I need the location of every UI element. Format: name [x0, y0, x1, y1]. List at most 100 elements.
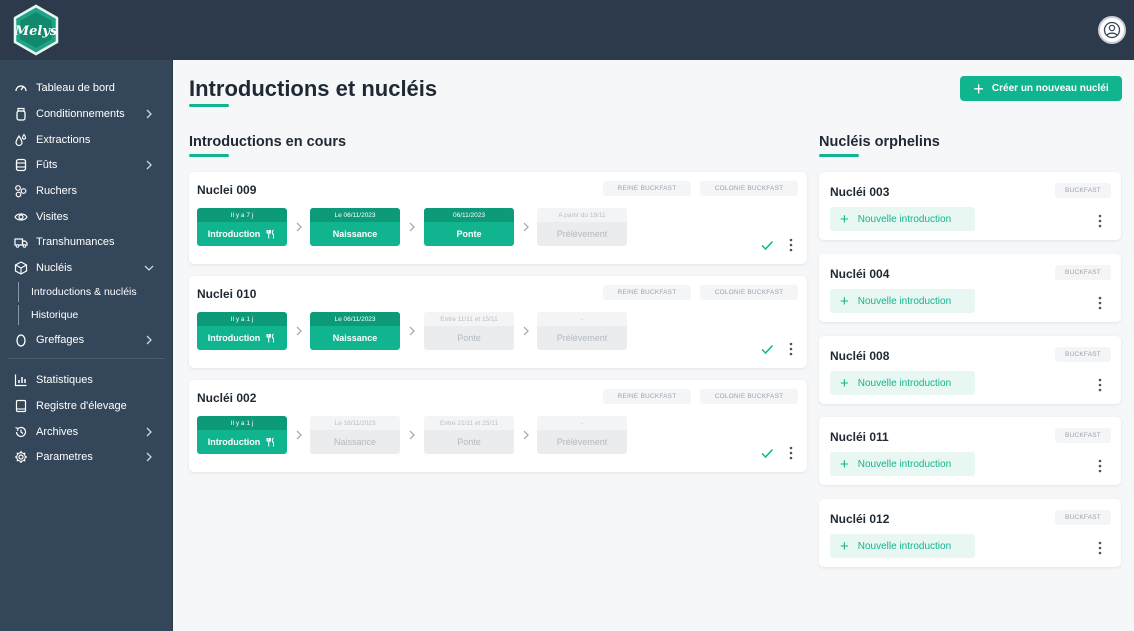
more-options-icon[interactable]	[1098, 296, 1102, 310]
step-date: Entre 11/11 et 15/11	[424, 312, 514, 326]
more-options-icon[interactable]	[1098, 378, 1102, 392]
more-options-icon[interactable]	[789, 342, 793, 356]
sidebar-item-label: Tableau de bord	[36, 82, 115, 94]
timeline-step[interactable]: - Prélèvement	[537, 312, 627, 350]
sidebar-item-nucleis[interactable]: Nucléis	[0, 256, 173, 280]
more-options-icon[interactable]	[1098, 214, 1102, 228]
create-nuclei-label: Créer un nouveau nucléi	[991, 83, 1109, 94]
chevron-right-icon	[409, 222, 415, 232]
colony-tag: COLONIE BUCKFAST	[700, 181, 798, 196]
sidebar-subitem-introductions-nucleis[interactable]: Introductions & nucléis	[18, 282, 173, 302]
timeline-step[interactable]: A partir du 18/11 Prélèvement	[537, 208, 627, 246]
queen-tag: REINE BUCKFAST	[603, 389, 691, 404]
fork-knife-icon	[266, 229, 275, 239]
create-nuclei-button[interactable]: + Créer un nouveau nucléi	[960, 76, 1122, 101]
timeline-step[interactable]: - Prélèvement	[537, 416, 627, 454]
card-title: Nucléi 008	[830, 349, 890, 363]
check-icon[interactable]	[760, 446, 774, 460]
step-date: -	[537, 416, 627, 430]
new-introduction-button[interactable]: + Nouvelle introduction	[830, 534, 975, 558]
sidebar-item-futs[interactable]: Fûts	[0, 153, 173, 177]
top-bar: Melys	[0, 0, 1134, 60]
chevron-down-icon	[144, 265, 154, 271]
step-label: Prélèvement	[556, 437, 608, 447]
timeline-step[interactable]: Il y a 1 j Introduction	[197, 312, 287, 350]
timeline-step[interactable]: Il y a 7 j Introduction	[197, 208, 287, 246]
timeline-step[interactable]: 06/11/2023 Ponte	[424, 208, 514, 246]
section-title-orphans: Nucléis orphelins	[819, 134, 940, 150]
drops-icon	[14, 133, 28, 147]
timeline-step[interactable]: Le 16/11/2023 Naissance	[310, 416, 400, 454]
introduction-card[interactable]: Nucléi 002 REINE BUCKFAST COLONIE BUCKFAST…	[189, 380, 807, 472]
timeline-step[interactable]: Entre 11/11 et 15/11 Ponte	[424, 312, 514, 350]
introduction-card[interactable]: Nuclei 010 REINE BUCKFAST COLONIE BUCKFAST…	[189, 276, 807, 368]
sidebar-item-visites[interactable]: Visites	[0, 205, 173, 229]
new-introduction-button[interactable]: + Nouvelle introduction	[830, 207, 975, 231]
sidebar-item-label: Ruchers	[36, 185, 77, 197]
breed-tag: BUCKFAST	[1055, 265, 1111, 280]
step-date: A partir du 18/11	[537, 208, 627, 222]
section-underline	[819, 154, 859, 157]
section-underline	[189, 154, 229, 157]
step-label: Naissance	[333, 437, 377, 447]
sidebar-item-extractions[interactable]: Extractions	[0, 128, 173, 152]
check-icon[interactable]	[760, 342, 774, 356]
sidebar-item-parametres[interactable]: Parametres	[0, 445, 173, 469]
user-account-button[interactable]	[1098, 16, 1126, 44]
chevron-right-icon	[523, 222, 529, 232]
step-body: Prélèvement	[537, 430, 627, 454]
more-options-icon[interactable]	[1098, 541, 1102, 555]
timeline-step[interactable]: Il y a 1 j Introduction	[197, 416, 287, 454]
new-introduction-label: Nouvelle introduction	[857, 377, 952, 389]
sidebar-item-registre-elevage[interactable]: Registre d'élevage	[0, 394, 173, 418]
sidebar: Tableau de bord Conditionnements Extract…	[0, 60, 173, 631]
step-label: Introduction	[207, 437, 261, 447]
step-date: Le 16/11/2023	[310, 416, 400, 430]
sidebar-subitem-historique[interactable]: Historique	[18, 305, 173, 325]
step-body: Naissance	[310, 326, 400, 350]
new-introduction-button[interactable]: + Nouvelle introduction	[830, 289, 975, 313]
plus-icon: +	[973, 78, 984, 99]
check-icon[interactable]	[760, 238, 774, 252]
chevron-right-icon	[296, 326, 302, 336]
step-label: Prélèvement	[556, 333, 608, 343]
step-date: Il y a 1 j	[197, 416, 287, 430]
step-label: Introduction	[207, 333, 261, 343]
sidebar-item-conditionnements[interactable]: Conditionnements	[0, 102, 173, 126]
more-options-icon[interactable]	[789, 446, 793, 460]
page-title: Introductions et nucléis	[189, 76, 438, 101]
sidebar-item-archives[interactable]: Archives	[0, 420, 173, 444]
fork-knife-icon	[266, 437, 275, 447]
melys-logo[interactable]: Melys	[10, 4, 62, 56]
fork-knife-icon	[266, 333, 275, 343]
timeline-step[interactable]: Le 06/11/2023 Naissance	[310, 208, 400, 246]
breed-tag: BUCKFAST	[1055, 183, 1111, 198]
sidebar-item-greffages[interactable]: Greffages	[0, 328, 173, 352]
timeline-step[interactable]: Entre 21/11 et 25/11 Ponte	[424, 416, 514, 454]
sidebar-item-label: Statistiques	[36, 374, 93, 386]
new-introduction-button[interactable]: + Nouvelle introduction	[830, 371, 975, 395]
orphan-nuclei-card[interactable]: Nucléi 011 BUCKFAST + Nouvelle introduct…	[819, 417, 1121, 485]
egg-icon	[14, 333, 28, 347]
more-options-icon[interactable]	[1098, 459, 1102, 473]
sidebar-item-tableau-de-bord[interactable]: Tableau de bord	[0, 76, 173, 100]
box-icon	[14, 261, 28, 275]
new-introduction-button[interactable]: + Nouvelle introduction	[830, 452, 975, 476]
orphan-nuclei-card[interactable]: Nucléi 012 BUCKFAST + Nouvelle introduct…	[819, 499, 1121, 567]
sidebar-item-label: Fûts	[36, 159, 58, 171]
card-title: Nuclei 009	[197, 183, 257, 197]
gauge-icon	[14, 81, 28, 95]
queen-tag: REINE BUCKFAST	[603, 181, 691, 196]
orphan-nuclei-card[interactable]: Nucléi 004 BUCKFAST + Nouvelle introduct…	[819, 254, 1121, 322]
orphan-nuclei-card[interactable]: Nucléi 008 BUCKFAST + Nouvelle introduct…	[819, 336, 1121, 404]
more-options-icon[interactable]	[789, 238, 793, 252]
chevron-right-icon	[146, 109, 152, 119]
sidebar-item-label: Transhumances	[36, 236, 115, 248]
plus-icon: +	[840, 374, 849, 392]
timeline-step[interactable]: Le 06/11/2023 Naissance	[310, 312, 400, 350]
sidebar-item-transhumances[interactable]: Transhumances	[0, 230, 173, 254]
introduction-card[interactable]: Nuclei 009 REINE BUCKFAST COLONIE BUCKFAST…	[189, 172, 807, 264]
sidebar-item-statistiques[interactable]: Statistiques	[0, 368, 173, 392]
sidebar-item-ruchers[interactable]: Ruchers	[0, 179, 173, 203]
orphan-nuclei-card[interactable]: Nucléi 003 BUCKFAST + Nouvelle introduct…	[819, 172, 1121, 240]
